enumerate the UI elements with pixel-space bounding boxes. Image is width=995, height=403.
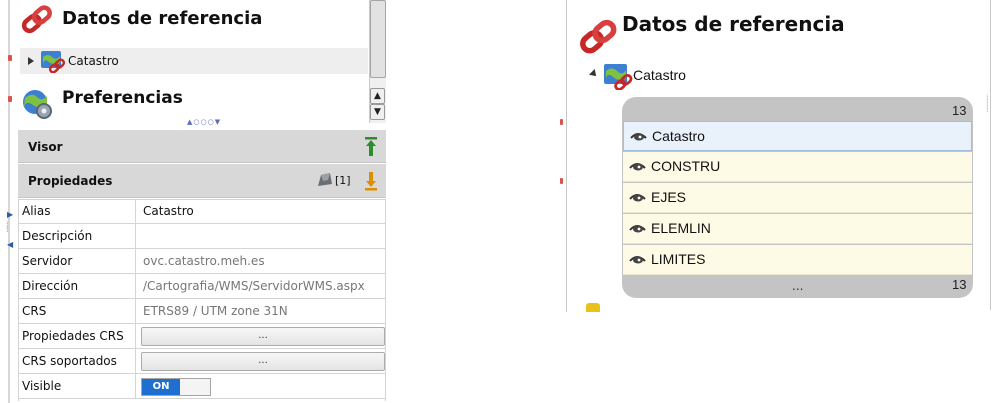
count-top: 13 — [952, 103, 967, 118]
edge-marker — [8, 96, 12, 102]
expand-arrow-icon[interactable]: ▶ — [7, 210, 13, 219]
edge-marker — [8, 55, 12, 61]
properties-count: [1] — [335, 174, 351, 187]
more-ellipsis[interactable]: ... — [792, 279, 803, 293]
prop-value[interactable] — [138, 224, 386, 249]
prop-key: Alias — [18, 199, 136, 224]
tree-item-label: Catastro — [68, 54, 119, 68]
right-header-title: Datos de referencia — [622, 12, 845, 36]
green-up-arrow-icon[interactable] — [365, 137, 377, 157]
prop-row-alias[interactable]: Alias Catastro — [18, 199, 386, 224]
left-header-title: Datos de referencia — [62, 8, 263, 29]
layer-name: EJES — [651, 189, 687, 205]
prop-row-descripcion[interactable]: Descripción — [18, 224, 386, 249]
layer-item[interactable]: ELEMLIN — [623, 214, 972, 244]
layer-item[interactable]: LIMITES — [623, 245, 972, 275]
visor-section[interactable]: Visor — [18, 130, 386, 163]
layer-item[interactable]: Catastro — [623, 121, 972, 151]
prop-key: Dirección — [18, 274, 136, 299]
prop-key: Visible — [18, 374, 136, 399]
visor-label: Visor — [28, 140, 63, 154]
prop-key: Propiedades CRS — [18, 324, 136, 349]
globe-link-icon — [40, 49, 66, 74]
visible-toggle[interactable]: ON — [141, 378, 211, 396]
right-panel-border — [566, 0, 567, 315]
splitter-dots-icon[interactable]: ▲○○○▼ — [187, 118, 221, 126]
right-panel-border — [990, 0, 991, 310]
expand-triangle-icon[interactable] — [28, 57, 34, 65]
edge-marker — [560, 119, 563, 125]
prop-row-propiedades-crs[interactable]: Propiedades CRS ... — [18, 324, 386, 349]
prop-row-visible[interactable]: Visible ON — [18, 374, 386, 399]
layer-name: LIMITES — [651, 251, 706, 267]
propiedades-crs-button[interactable]: ... — [141, 327, 385, 346]
prop-key: CRS — [18, 299, 136, 324]
properties-label: Propiedades — [28, 174, 113, 188]
scroll-up-button[interactable]: ▲ — [370, 88, 385, 104]
prop-value[interactable]: Catastro — [138, 199, 386, 224]
crs-soportados-button[interactable]: ... — [141, 352, 385, 371]
scrollbar-thumb[interactable] — [370, 0, 386, 78]
layer-item[interactable]: EJES — [623, 183, 972, 213]
layer-name: Catastro — [652, 128, 705, 144]
tree-item-label: Catastro — [633, 67, 686, 83]
prop-value: ovc.catastro.meh.es — [143, 254, 265, 268]
preferences-globe-icon — [20, 86, 54, 120]
orange-download-icon[interactable] — [365, 171, 377, 191]
globe-link-icon — [603, 62, 633, 91]
prop-value: ETRS89 / UTM zone 31N — [143, 304, 288, 318]
link-icon — [18, 2, 58, 36]
prop-key: Descripción — [18, 224, 136, 249]
prop-row-crs-soportados[interactable]: CRS soportados ... — [18, 349, 386, 374]
scroll-down-button[interactable]: ▼ — [370, 104, 385, 120]
link-icon — [576, 16, 622, 56]
count-bottom: 13 — [952, 277, 967, 292]
prop-key: CRS soportados — [18, 349, 136, 374]
prop-row-direccion[interactable]: Dirección /Cartografia/WMS/ServidorWMS.a… — [18, 274, 386, 299]
prop-row-servidor[interactable]: Servidor ovc.catastro.meh.es — [18, 249, 386, 274]
eye-icon[interactable] — [630, 131, 647, 142]
layer-name: CONSTRU — [651, 158, 721, 174]
eye-icon[interactable] — [629, 254, 646, 265]
panel-bottom-clip — [566, 312, 991, 316]
edge-marker — [560, 178, 563, 184]
prop-value: /Cartografia/WMS/ServidorWMS.aspx — [143, 279, 365, 293]
collapse-arrow-icon[interactable]: ◀ — [7, 240, 13, 249]
preferences-title: Preferencias — [62, 88, 183, 108]
eye-icon[interactable] — [629, 161, 646, 172]
prop-key: Servidor — [18, 249, 136, 274]
grip-dots-icon[interactable]: ⁞ ⁞ ⁞ — [986, 94, 989, 114]
eye-icon[interactable] — [629, 223, 646, 234]
map-layer-icon — [317, 172, 333, 188]
toggle-on-label: ON — [142, 379, 180, 395]
prop-row-crs[interactable]: CRS ETRS89 / UTM zone 31N — [18, 299, 386, 324]
grip-dots-icon[interactable]: ⁞ ⁞ — [6, 221, 9, 234]
layer-name: ELEMLIN — [651, 220, 711, 236]
layer-item[interactable]: CONSTRU — [623, 152, 972, 182]
eye-icon[interactable] — [629, 192, 646, 203]
